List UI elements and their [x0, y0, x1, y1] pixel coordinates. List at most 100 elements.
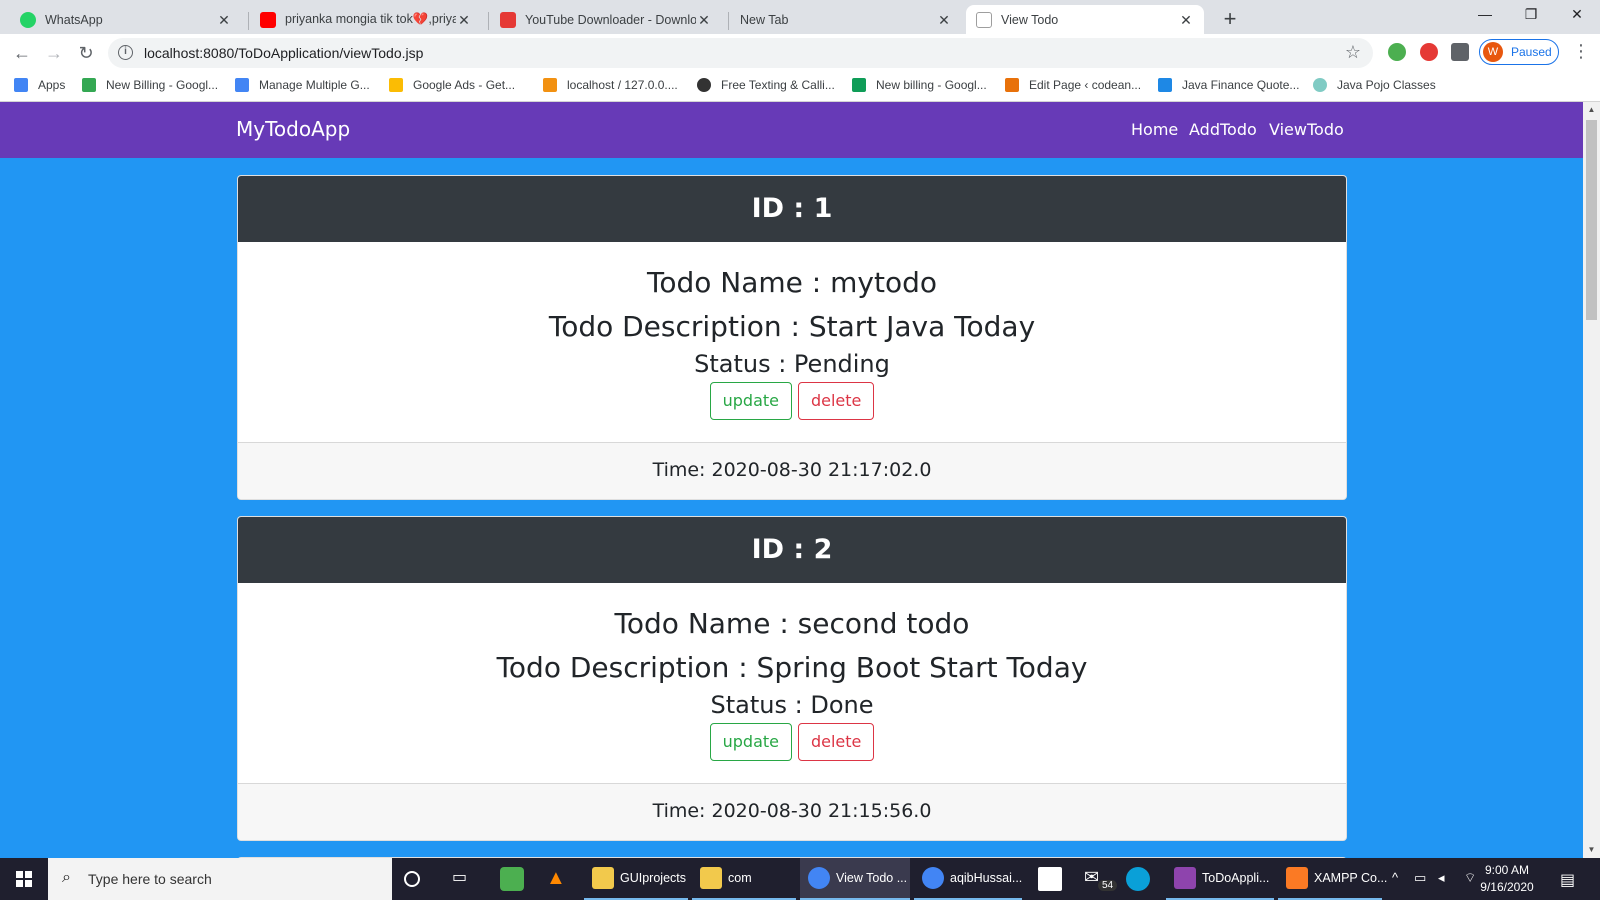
- clock-time: 9:00 AM: [1484, 863, 1530, 877]
- network-icon[interactable]: ▭: [1414, 870, 1426, 886]
- bookmark-item[interactable]: Free Texting & Calli...: [697, 78, 835, 92]
- folder-icon: [592, 867, 614, 889]
- scroll-up-icon[interactable]: ▲: [1583, 102, 1600, 118]
- nav-home[interactable]: Home: [1131, 120, 1178, 139]
- nav-viewtodo[interactable]: ViewTodo: [1269, 120, 1344, 139]
- app-brand[interactable]: MyTodoApp: [236, 117, 350, 141]
- url-text[interactable]: localhost:8080/ToDoApplication/viewTodo.…: [144, 45, 423, 61]
- forward-icon[interactable]: →: [40, 39, 68, 67]
- phpmyadmin-icon: [543, 78, 557, 92]
- bookmark-item[interactable]: New Billing - Googl...: [82, 78, 218, 92]
- taskbar-app-chrome-profile[interactable]: aqibHussai...: [914, 858, 1022, 900]
- page-scrollbar[interactable]: ▲ ▼: [1583, 102, 1600, 858]
- kebab-menu-icon[interactable]: ⋮: [1572, 42, 1590, 60]
- bookmark-star-icon[interactable]: ☆: [1345, 42, 1361, 63]
- close-tab-icon[interactable]: ✕: [696, 12, 712, 28]
- bookmark-item[interactable]: Manage Multiple G...: [235, 78, 370, 92]
- todo-id: ID : 1: [238, 176, 1346, 242]
- tab-new-tab[interactable]: New Tab ✕: [730, 5, 962, 34]
- info-icon[interactable]: i: [118, 45, 133, 60]
- bookmark-label: New billing - Googl...: [876, 78, 987, 92]
- google-ads-icon: [389, 78, 403, 92]
- restore-button[interactable]: ❐: [1508, 0, 1554, 30]
- volume-icon[interactable]: ◂: [1438, 870, 1445, 886]
- scroll-down-icon[interactable]: ▼: [1583, 842, 1600, 858]
- tab-label: WhatsApp: [45, 12, 103, 27]
- reload-icon[interactable]: ↻: [72, 39, 100, 67]
- tab-view-todo[interactable]: View Todo ✕: [966, 5, 1204, 34]
- chrome-icon: [922, 867, 944, 889]
- taskbar-app-xampp[interactable]: XAMPP Co...: [1278, 858, 1387, 900]
- update-button[interactable]: update: [709, 382, 792, 420]
- todo-status: Status : Done: [710, 691, 874, 719]
- google-drive-icon: [82, 78, 96, 92]
- extension-icon[interactable]: [1388, 43, 1406, 61]
- adblock-icon[interactable]: [1420, 43, 1438, 61]
- todo-id: ID : 2: [238, 517, 1346, 583]
- download-icon: [500, 11, 516, 28]
- store-icon[interactable]: [1038, 867, 1062, 891]
- taskbar-app-chrome-view-todo[interactable]: View Todo ...: [800, 858, 910, 900]
- close-tab-icon[interactable]: ✕: [936, 12, 952, 28]
- tab-whatsapp[interactable]: WhatsApp ✕: [10, 5, 242, 34]
- bookmark-label: Free Texting & Calli...: [721, 78, 835, 92]
- taskbar-app-guiprojects[interactable]: GUIprojects: [584, 858, 688, 900]
- todo-card: ID : 2 Todo Name : second todo Todo Desc…: [237, 516, 1347, 841]
- address-bar[interactable]: i localhost:8080/ToDoApplication/viewTod…: [108, 38, 1373, 68]
- taskbar-app-com[interactable]: com: [692, 858, 796, 900]
- close-tab-icon[interactable]: ✕: [216, 12, 232, 28]
- todo-actions: update delete: [238, 723, 1346, 761]
- avatar: W: [1483, 42, 1503, 62]
- close-tab-icon[interactable]: ✕: [456, 12, 472, 28]
- close-tab-icon[interactable]: ✕: [1178, 12, 1194, 28]
- bookmark-item[interactable]: Google Ads - Get...: [389, 78, 515, 92]
- delete-button[interactable]: delete: [797, 723, 875, 761]
- scrollbar-thumb[interactable]: [1586, 120, 1597, 320]
- cortana-icon[interactable]: [404, 871, 420, 887]
- mail-badge: 54: [1098, 880, 1118, 891]
- globe-icon: [697, 78, 711, 92]
- bookmark-item[interactable]: New billing - Googl...: [852, 78, 987, 92]
- bluestacks-icon[interactable]: [500, 867, 524, 891]
- system-clock[interactable]: 9:00 AM 9/16/2020: [1472, 862, 1542, 896]
- profile-button[interactable]: W Paused: [1479, 39, 1559, 65]
- bookmark-item[interactable]: Java Pojo Classes: [1313, 78, 1436, 92]
- update-button[interactable]: update: [709, 723, 792, 761]
- start-button[interactable]: [0, 858, 48, 900]
- tab-youtube-video[interactable]: priyanka mongia tik tok💔,priyan ✕: [250, 5, 482, 34]
- todo-time: Time: 2020-08-30 21:17:02.0: [238, 442, 1346, 499]
- taskbar-app-todoapplication[interactable]: ToDoAppli...: [1166, 858, 1274, 900]
- todo-card: ID : 1 Todo Name : mytodo Todo Descripti…: [237, 175, 1347, 500]
- tab-youtube-downloader[interactable]: YouTube Downloader - Downloa ✕: [490, 5, 722, 34]
- todo-name: Todo Name : mytodo: [647, 266, 937, 299]
- todo-card-body: Todo Name : second todo Todo Description…: [238, 583, 1346, 783]
- todo-description: Todo Description : Start Java Today: [548, 310, 1036, 343]
- bookmark-item[interactable]: Java Finance Quote...: [1158, 78, 1299, 92]
- bookmark-item[interactable]: Edit Page ‹ codean...: [1005, 78, 1141, 92]
- bookmark-label: Manage Multiple G...: [259, 78, 370, 92]
- notifications-icon[interactable]: ▤: [1560, 870, 1575, 890]
- close-window-button[interactable]: ✕: [1554, 0, 1600, 30]
- apps-grid-icon: [14, 78, 28, 92]
- new-tab-button[interactable]: +: [1216, 6, 1244, 34]
- vlc-icon[interactable]: ▲: [546, 867, 570, 891]
- todo-card-body: Todo Name : mytodo Todo Description : St…: [238, 242, 1346, 442]
- taskbar-app-label: com: [728, 871, 752, 885]
- taskbar-search[interactable]: ⌕ Type here to search: [48, 858, 392, 900]
- task-view-icon[interactable]: ▭: [452, 867, 476, 891]
- windows-logo-icon: [16, 871, 32, 887]
- minimize-button[interactable]: —: [1462, 0, 1508, 30]
- delete-button[interactable]: delete: [797, 382, 875, 420]
- search-icon: ⌕: [62, 869, 71, 886]
- nav-addtodo[interactable]: AddTodo: [1189, 120, 1257, 139]
- edge-icon[interactable]: [1126, 867, 1150, 891]
- bookmark-item[interactable]: localhost / 127.0.0....: [543, 78, 678, 92]
- show-hidden-icons-icon[interactable]: ^: [1392, 870, 1398, 885]
- tab-label: View Todo: [1001, 12, 1059, 27]
- back-icon[interactable]: ←: [8, 39, 36, 67]
- app-navbar: MyTodoApp Home AddTodo ViewTodo: [0, 102, 1583, 158]
- youtube-icon: [260, 11, 276, 28]
- bookmark-apps[interactable]: Apps: [14, 78, 65, 92]
- bookmark-label: Java Finance Quote...: [1182, 78, 1300, 92]
- extensions-puzzle-icon[interactable]: [1451, 43, 1469, 61]
